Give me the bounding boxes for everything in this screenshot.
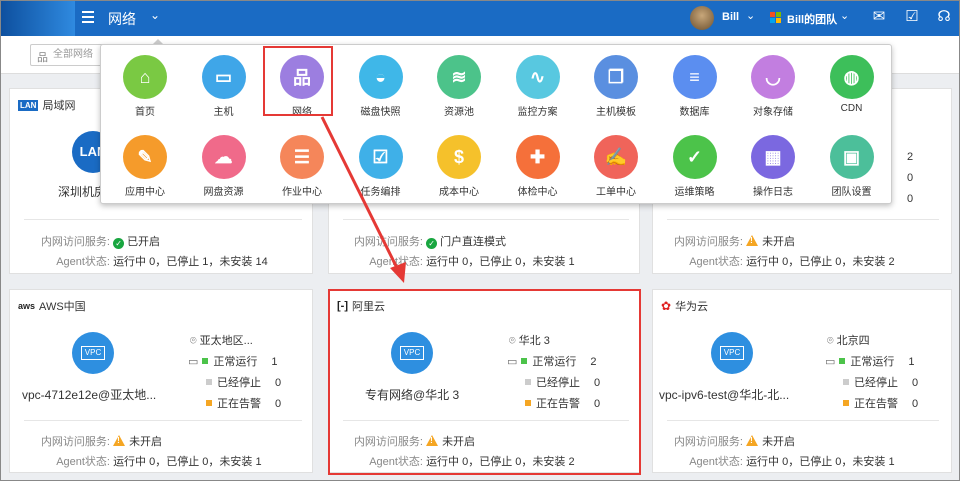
- arrow-head-icon: [390, 262, 406, 283]
- annotation-arrow: [320, 116, 406, 283]
- arrow-line: [320, 116, 400, 271]
